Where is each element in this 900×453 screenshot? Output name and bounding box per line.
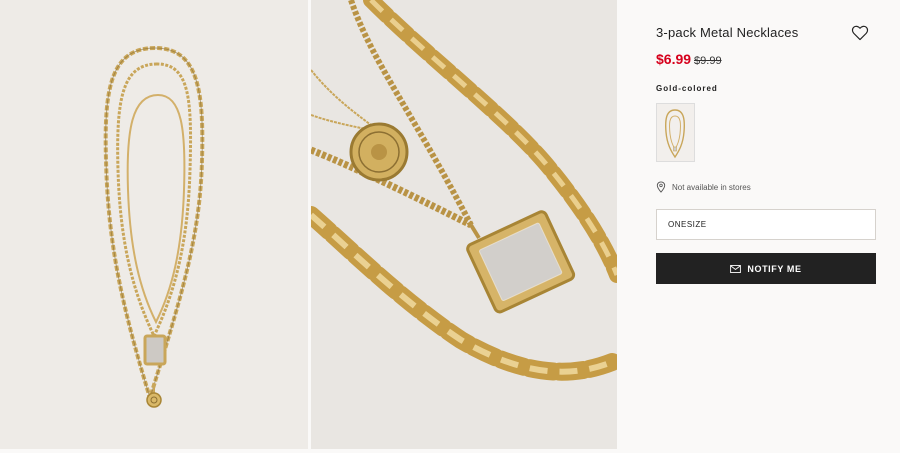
notify-me-button[interactable]: NOTIFY ME [656,253,876,284]
product-title: 3-pack Metal Necklaces [656,25,799,40]
color-swatch-gold[interactable] [656,103,695,162]
availability-text: Not available in stores [672,182,751,192]
product-info-panel: 3-pack Metal Necklaces $6.99 $9.99 Gold-c… [617,0,900,453]
notify-me-label: NOTIFY ME [747,263,802,274]
necklaces-flatlay-illustration [103,45,205,408]
size-selector[interactable]: ONESIZE [656,209,876,240]
heart-icon[interactable] [851,25,869,41]
color-label: Gold-colored [656,84,718,93]
size-value: ONESIZE [668,220,707,229]
location-pin-icon [656,181,666,193]
store-availability: Not available in stores [656,181,751,193]
envelope-icon [730,264,742,273]
product-image-closeup[interactable] [311,0,617,449]
product-image-flatlay[interactable] [0,0,308,449]
original-price: $9.99 [694,55,722,67]
sale-price: $6.99 [656,51,692,67]
necklaces-closeup-illustration [311,0,617,381]
price-block: $6.99 $9.99 [656,51,722,67]
swatch-thumbnail-icon [665,109,685,159]
